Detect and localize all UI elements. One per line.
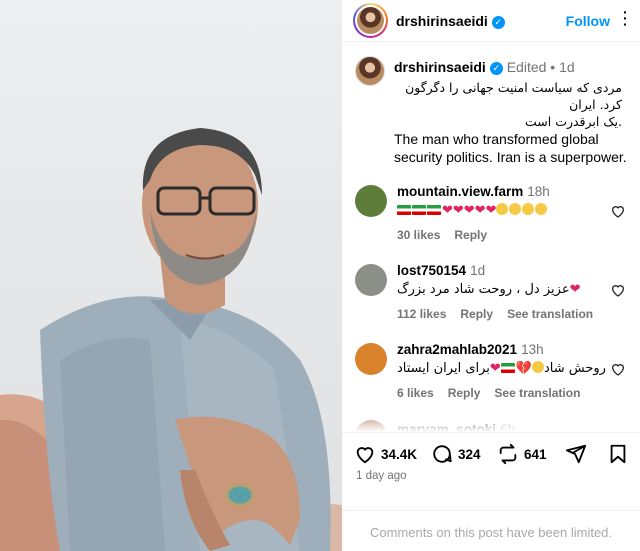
bookmark-icon [610, 444, 626, 464]
post-timestamp: 1 day ago [356, 470, 407, 482]
comment-meta: 6 likes Reply See translation [397, 386, 594, 400]
caption-time: 1d [559, 59, 575, 75]
like-button[interactable]: 34.4K [354, 443, 417, 465]
share-button[interactable] [565, 443, 587, 465]
verified-icon: ✓ [491, 16, 505, 29]
caption-avatar[interactable] [355, 56, 385, 86]
share-icon [565, 444, 587, 464]
heart-icon [356, 447, 374, 464]
comment-meta: 30 likes Reply [397, 228, 501, 242]
caption-header: drshirinsaeidi ✓ Edited • 1d [394, 59, 575, 75]
caption-text-en: The man who transformed global security … [394, 131, 627, 165]
post-photo[interactable] [0, 0, 342, 551]
caption-username[interactable]: drshirinsaeidi [394, 59, 486, 75]
reply-button[interactable]: Reply [454, 228, 487, 242]
comment-avatar[interactable] [355, 343, 387, 375]
follow-button[interactable]: Follow [566, 13, 610, 29]
post-header: drshirinsaeidi ✓ Follow ⋮ [342, 0, 640, 42]
comment-text: ❤❤❤❤❤ [397, 202, 548, 218]
heart-icon[interactable] [610, 282, 626, 298]
post-side-panel: drshirinsaeidi ✓ Follow ⋮ drshirinsaeidi ✓… [342, 0, 640, 551]
comment-text: عزیز دل ، روحت شاد مرد بزرگ❤ [397, 281, 581, 297]
caption-fa-line2: .یک ابرقدرت است [525, 114, 622, 129]
portrait-illustration [0, 128, 342, 551]
comments-fade [342, 412, 640, 432]
more-icon[interactable]: ⋮ [616, 8, 634, 29]
edited-label: Edited [506, 59, 547, 75]
repost-button[interactable]: 641 [497, 443, 547, 465]
heart-icon[interactable] [610, 361, 626, 377]
comment-text: روحش شاد💔❤برای ایران ایستاد [397, 360, 606, 376]
comment-icon [433, 445, 452, 463]
author-username[interactable]: drshirinsaeidi ✓ [396, 13, 505, 29]
comment-likes[interactable]: 6 likes [397, 386, 434, 400]
comment-username[interactable]: lost750154 1d [397, 263, 485, 278]
comment-likes[interactable]: 30 likes [397, 228, 440, 242]
author-username-text[interactable]: drshirinsaeidi [396, 13, 488, 29]
comment-avatar[interactable] [355, 185, 387, 217]
comment-username[interactable]: zahra2mahlab2021 13h [397, 342, 544, 357]
like-count[interactable]: 34.4K [381, 447, 417, 462]
comments-limited-text: Comments on this post have been limited. [369, 525, 613, 540]
reply-button[interactable]: Reply [460, 307, 493, 321]
comment-avatar[interactable] [355, 264, 387, 296]
comments-limited-footer: Comments on this post have been limited. [342, 510, 640, 551]
comment-button[interactable]: 324 [431, 443, 481, 465]
reply-button[interactable]: Reply [448, 386, 481, 400]
comment-likes[interactable]: 112 likes [397, 307, 446, 321]
comment-meta: 112 likes Reply See translation [397, 307, 607, 321]
separator-dot: • [550, 59, 556, 75]
repost-icon [499, 443, 517, 465]
see-translation-link[interactable]: See translation [507, 307, 593, 321]
verified-icon: ✓ [489, 62, 503, 75]
author-avatar[interactable] [353, 3, 388, 38]
caption-text-fa: مردی که سیاست امنیت جهانی را دگرگون کرد.… [394, 79, 622, 130]
comment-username[interactable]: mountain.view.farm 18h [397, 184, 550, 199]
caption-fa-line1: مردی که سیاست امنیت جهانی را دگرگون کرد.… [405, 80, 622, 112]
see-translation-link[interactable]: See translation [494, 386, 580, 400]
comment-count[interactable]: 324 [458, 447, 481, 462]
post-actions: 34.4K 324 641 [342, 432, 640, 470]
repost-count[interactable]: 641 [524, 447, 547, 462]
heart-icon[interactable] [610, 203, 626, 219]
save-button[interactable] [607, 443, 629, 465]
